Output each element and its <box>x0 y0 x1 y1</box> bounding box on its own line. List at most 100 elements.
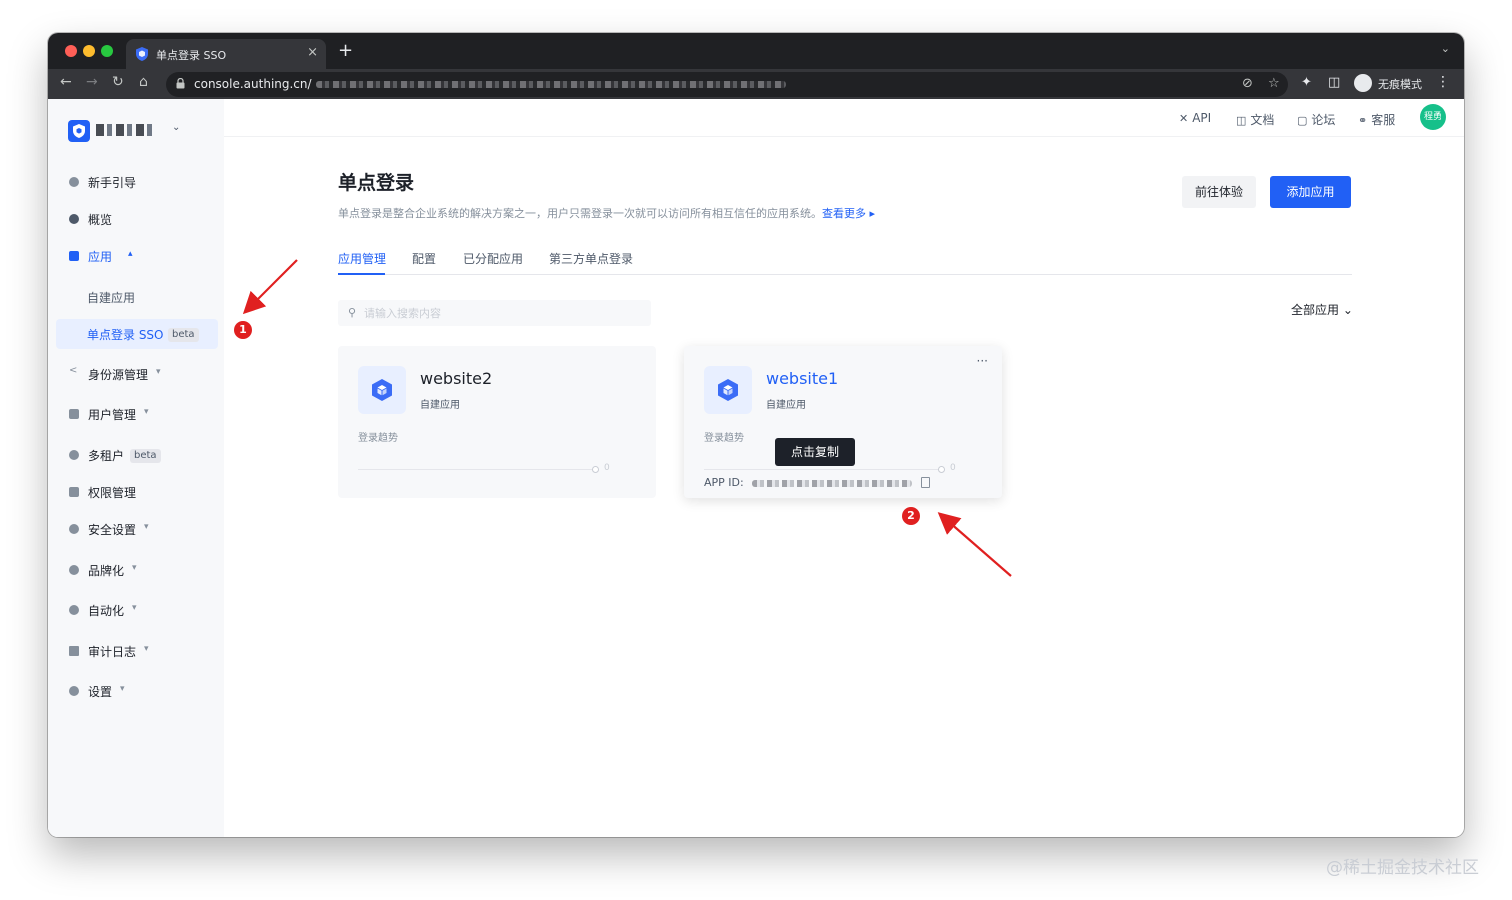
app-card-website1[interactable]: ··· website1 自建应用 登录趋势 0 点击复制 APP ID: <box>684 346 1002 498</box>
home-icon[interactable]: ⌂ <box>139 74 148 90</box>
support-link[interactable]: ⚭ 客服 <box>1358 111 1395 128</box>
userpool-name-redacted[interactable] <box>96 124 156 136</box>
search-icon: ⚲ <box>348 306 357 319</box>
sidebar-item-label: 身份源管理 <box>88 368 149 382</box>
headset-icon: ⚭ <box>1358 114 1368 127</box>
try-button[interactable]: 前往体验 <box>1182 176 1256 208</box>
page-tabs: 应用管理 配置 已分配应用 第三方单点登录 <box>338 242 1352 275</box>
shield-icon <box>136 47 148 61</box>
sidebar-item-apps[interactable]: 应用 ▴ <box>56 241 218 271</box>
app-icon <box>358 366 406 414</box>
cube-icon <box>718 379 738 401</box>
document-icon <box>69 646 79 656</box>
forum-link[interactable]: ▢ 论坛 <box>1297 111 1335 128</box>
sidebar-item-users[interactable]: 用户管理 ▾ <box>56 399 218 429</box>
incognito-indicator[interactable]: 无痕模式 <box>1354 73 1434 95</box>
search-input[interactable] <box>338 300 651 326</box>
url-redacted <box>316 81 786 88</box>
tab-third-party-sso[interactable]: 第三方单点登录 <box>549 250 633 267</box>
tab-assigned-apps[interactable]: 已分配应用 <box>463 250 523 267</box>
trend-point <box>592 466 599 473</box>
sidebar-item-label: 单点登录 SSO <box>87 328 164 342</box>
apps-grid-icon <box>69 251 79 261</box>
shield-icon <box>73 124 85 138</box>
sidebar-item-label: 概览 <box>88 213 113 227</box>
url-text: console.authing.cn/ <box>194 77 312 91</box>
sidebar-item-branding[interactable]: 品牌化 ▾ <box>56 555 218 585</box>
chevron-down-icon: ▾ <box>144 644 149 654</box>
forward-arrow-icon[interactable]: → <box>86 74 98 90</box>
userpool-logo[interactable] <box>68 120 90 142</box>
active-tab-indicator <box>338 273 385 275</box>
chevron-down-icon[interactable]: ⌄ <box>172 122 180 133</box>
side-panel-icon[interactable]: ◫ <box>1328 75 1340 90</box>
app-name[interactable]: website1 <box>766 369 838 388</box>
docs-link[interactable]: ◫ 文档 <box>1236 111 1274 128</box>
star-icon[interactable]: ☆ <box>1268 76 1280 91</box>
tab-close-icon[interactable]: × <box>307 45 318 60</box>
minimize-window-button[interactable] <box>83 45 95 57</box>
brush-icon <box>69 565 79 575</box>
tab-app-management[interactable]: 应用管理 <box>338 250 386 267</box>
app-name[interactable]: website2 <box>420 369 492 388</box>
avatar[interactable]: 程勇 <box>1420 104 1446 130</box>
chevron-down-icon: ▾ <box>132 603 137 613</box>
sidebar-item-label: 多租户 <box>88 449 125 463</box>
sidebar-item-overview[interactable]: 概览 <box>56 204 218 234</box>
message-icon: ▢ <box>1297 114 1308 127</box>
chevron-down-icon: ▾ <box>144 407 149 417</box>
back-arrow-icon[interactable]: ← <box>60 74 72 90</box>
sidebar-item-settings[interactable]: 设置 ▾ <box>56 676 218 706</box>
trend-line <box>704 469 939 470</box>
view-more-link[interactable]: 查看更多 ▸ <box>822 207 875 220</box>
new-tab-button[interactable]: + <box>338 40 353 61</box>
add-app-button[interactable]: 添加应用 <box>1270 176 1351 208</box>
extensions-icon[interactable]: ✦ <box>1301 75 1312 90</box>
maximize-window-button[interactable] <box>101 45 113 57</box>
chevron-down-icon[interactable]: ⌄ <box>1441 42 1450 55</box>
browser-tab-active[interactable]: 单点登录 SSO × <box>126 39 326 69</box>
close-window-button[interactable] <box>65 45 77 57</box>
sidebar-item-automation[interactable]: 自动化 ▾ <box>56 595 218 625</box>
browser-window: 单点登录 SSO × + ⌄ ← → ↻ ⌂ console.authing.c… <box>48 33 1464 837</box>
sidebar-item-self-built-apps[interactable]: 自建应用 <box>56 282 218 312</box>
sidebar-item-label: 安全设置 <box>88 523 137 537</box>
tab-config[interactable]: 配置 <box>412 250 436 267</box>
address-bar[interactable]: console.authing.cn/ ⊘ ☆ <box>166 72 1288 97</box>
sidebar-item-multi-tenant[interactable]: 多租户 beta <box>56 440 218 470</box>
tenant-icon <box>69 450 79 460</box>
copy-icon[interactable] <box>921 477 930 488</box>
reload-icon[interactable]: ↻ <box>112 74 124 90</box>
sidebar-item-label: 设置 <box>88 685 113 699</box>
trend-label: 登录趋势 <box>704 433 744 444</box>
lock-icon <box>176 78 185 89</box>
pie-chart-icon <box>69 214 79 224</box>
beta-badge: beta <box>130 449 161 463</box>
page-title: 单点登录 <box>338 172 415 194</box>
chevron-down-icon: ▾ <box>144 522 149 532</box>
watermark: @稀土掘金技术社区 <box>1326 858 1479 878</box>
sidebar-item-permissions[interactable]: 权限管理 <box>56 477 218 507</box>
browser-menu-icon[interactable]: ⋮ <box>1436 74 1450 90</box>
api-link[interactable]: ✕ API <box>1179 111 1211 125</box>
trend-point <box>938 466 945 473</box>
sidebar-item-audit-logs[interactable]: 审计日志 ▾ <box>56 636 218 666</box>
eye-slash-icon[interactable]: ⊘ <box>1242 76 1253 91</box>
book-icon: ◫ <box>1236 114 1247 127</box>
sidebar-item-label: 品牌化 <box>88 564 125 578</box>
search-box <box>338 300 651 326</box>
cube-icon <box>372 379 392 401</box>
sidebar-item-label: 自建应用 <box>87 291 136 305</box>
guide-icon <box>69 177 79 187</box>
app-filter-dropdown[interactable]: 全部应用 ⌄ <box>1291 301 1353 318</box>
app-card-website2[interactable]: website2 自建应用 登录趋势 0 <box>338 346 656 498</box>
sidebar-item-identity-sources[interactable]: < 身份源管理 ▾ <box>56 359 218 389</box>
app-id-redacted[interactable] <box>752 480 912 487</box>
top-bar: ✕ API ◫ 文档 ▢ 论坛 ⚭ 客服 程勇 <box>224 99 1464 137</box>
sidebar-item-sso[interactable]: 单点登录 SSO beta <box>56 319 218 349</box>
chevron-down-icon: ▾ <box>120 684 125 694</box>
sidebar-item-guide[interactable]: 新手引导 <box>56 167 218 197</box>
lock-icon <box>69 487 79 497</box>
sidebar-item-security[interactable]: 安全设置 ▾ <box>56 514 218 544</box>
more-options-icon[interactable]: ··· <box>977 354 988 368</box>
